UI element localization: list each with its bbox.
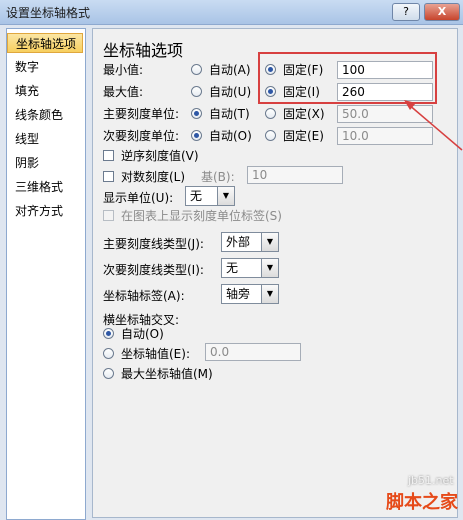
major-tick-select[interactable]: 外部 ▼ [221, 232, 279, 252]
min-auto-label[interactable]: 自动(A) [209, 61, 251, 78]
major-tick-value: 外部 [226, 235, 251, 249]
sidebar-item-number[interactable]: 数字 [7, 57, 83, 77]
minor-tick-value: 无 [226, 261, 239, 275]
sidebar-item-3d-format[interactable]: 三维格式 [7, 177, 83, 197]
major-value-input[interactable]: 50.0 [337, 105, 433, 123]
major-unit-label: 主要刻度单位: [103, 107, 180, 121]
axis-labels-value: 轴旁 [226, 287, 251, 301]
sidebar: 坐标轴选项 数字 填充 线条颜色 线型 阴影 三维格式 对齐方式 [6, 28, 86, 520]
max-auto-label[interactable]: 自动(U) [209, 83, 251, 100]
chevron-down-icon: ▼ [261, 233, 278, 251]
cross-value-label[interactable]: 坐标轴值(E): [121, 345, 190, 362]
cross-auto-label[interactable]: 自动(O) [121, 325, 164, 342]
chevron-down-icon: ▼ [261, 285, 278, 303]
sidebar-item-shadow[interactable]: 阴影 [7, 153, 83, 173]
min-fixed-label[interactable]: 固定(F) [283, 61, 323, 78]
major-fixed-radio[interactable] [265, 108, 276, 119]
minor-auto-label[interactable]: 自动(O) [209, 127, 252, 144]
minor-fixed-radio[interactable] [265, 130, 276, 141]
min-label: 最小值: [103, 63, 144, 77]
minor-auto-radio[interactable] [191, 130, 202, 141]
sidebar-item-fill[interactable]: 填充 [7, 81, 83, 101]
show-units-label-checkbox[interactable] [103, 210, 114, 221]
window-title: 设置坐标轴格式 [6, 6, 91, 20]
minor-tick-label: 次要刻度线类型(I): [103, 263, 204, 277]
max-value-input[interactable]: 260 [337, 83, 433, 101]
display-units-label: 显示单位(U): [103, 191, 174, 205]
axis-options-panel: 坐标轴选项 最小值: 自动(A) 固定(F) 100 最大值: 自动(U) 固定… [92, 28, 458, 518]
log-scale-label[interactable]: 对数刻度(L) [121, 168, 185, 185]
display-units-select[interactable]: 无 ▼ [185, 186, 235, 206]
minor-unit-label: 次要刻度单位: [103, 129, 180, 143]
minor-fixed-label[interactable]: 固定(E) [283, 127, 324, 144]
help-button[interactable]: ? [392, 3, 420, 21]
watermark-brand: 脚本之家 [386, 492, 458, 513]
max-auto-radio[interactable] [191, 86, 202, 97]
max-fixed-label[interactable]: 固定(I) [283, 83, 320, 100]
log-base-input[interactable]: 10 [247, 166, 343, 184]
sidebar-item-line-color[interactable]: 线条颜色 [7, 105, 83, 125]
sidebar-item-alignment[interactable]: 对齐方式 [7, 201, 83, 221]
chevron-down-icon: ▼ [261, 259, 278, 277]
axis-labels-label: 坐标轴标签(A): [103, 289, 185, 303]
axis-labels-select[interactable]: 轴旁 ▼ [221, 284, 279, 304]
show-units-label-text: 在图表上显示刻度单位标签(S) [121, 209, 282, 223]
major-auto-label[interactable]: 自动(T) [209, 105, 250, 122]
sidebar-item-axis-options[interactable]: 坐标轴选项 [7, 33, 83, 53]
minor-value-input[interactable]: 10.0 [337, 127, 433, 145]
max-fixed-radio[interactable] [265, 86, 276, 97]
close-button[interactable]: X [424, 3, 460, 21]
max-label: 最大值: [103, 85, 144, 99]
chevron-down-icon: ▼ [217, 187, 234, 205]
cross-max-radio[interactable] [103, 368, 114, 379]
watermark-site: jb51.net [408, 474, 454, 487]
major-fixed-label[interactable]: 固定(X) [283, 105, 325, 122]
panel-heading: 坐标轴选项 [103, 41, 184, 60]
min-value-input[interactable]: 100 [337, 61, 433, 79]
cross-auto-radio[interactable] [103, 328, 114, 339]
reverse-order-checkbox[interactable] [103, 150, 114, 161]
min-auto-radio[interactable] [191, 64, 202, 75]
major-auto-radio[interactable] [191, 108, 202, 119]
min-fixed-radio[interactable] [265, 64, 276, 75]
major-tick-label: 主要刻度线类型(J): [103, 237, 204, 251]
reverse-order-label[interactable]: 逆序刻度值(V) [121, 147, 199, 164]
cross-value-input[interactable]: 0.0 [205, 343, 301, 361]
display-units-value: 无 [190, 189, 203, 203]
cross-value-radio[interactable] [103, 348, 114, 359]
minor-tick-select[interactable]: 无 ▼ [221, 258, 279, 278]
log-scale-checkbox[interactable] [103, 171, 114, 182]
cross-max-label[interactable]: 最大坐标轴值(M) [121, 365, 213, 382]
title-bar: 设置坐标轴格式 ? X [0, 0, 463, 25]
sidebar-item-line-style[interactable]: 线型 [7, 129, 83, 149]
log-base-label: 基(B): [201, 170, 235, 184]
